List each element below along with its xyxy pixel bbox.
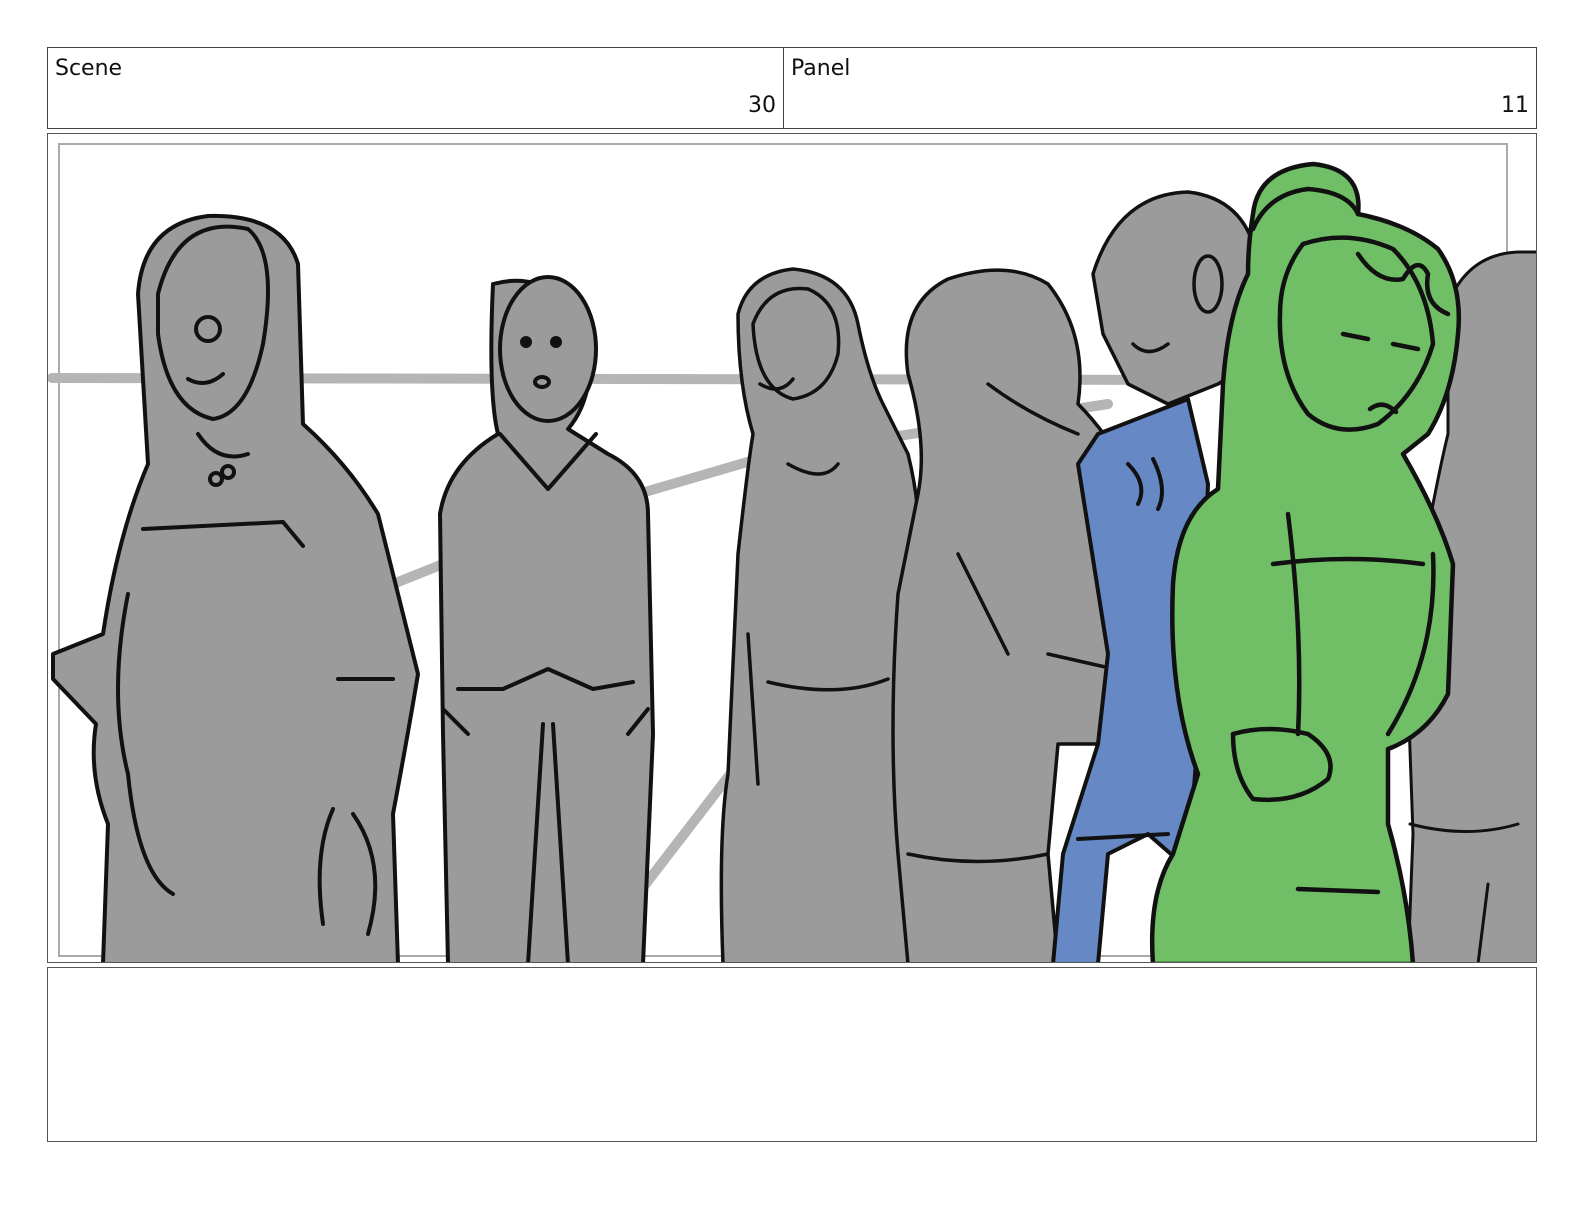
panel-number: 11 <box>1501 93 1529 118</box>
figure-woman-center <box>719 267 921 962</box>
scene-number: 30 <box>748 93 776 118</box>
panel-label: Panel <box>791 56 851 81</box>
storyboard-frame <box>47 133 1537 963</box>
notes-box <box>47 967 1537 1142</box>
figure-woman-left <box>51 213 420 962</box>
scene-header-box: Scene 30 <box>47 47 784 129</box>
scene-label: Scene <box>55 56 123 81</box>
storyboard-sketch <box>48 143 1536 962</box>
panel-header-box: Panel 11 <box>783 47 1537 129</box>
